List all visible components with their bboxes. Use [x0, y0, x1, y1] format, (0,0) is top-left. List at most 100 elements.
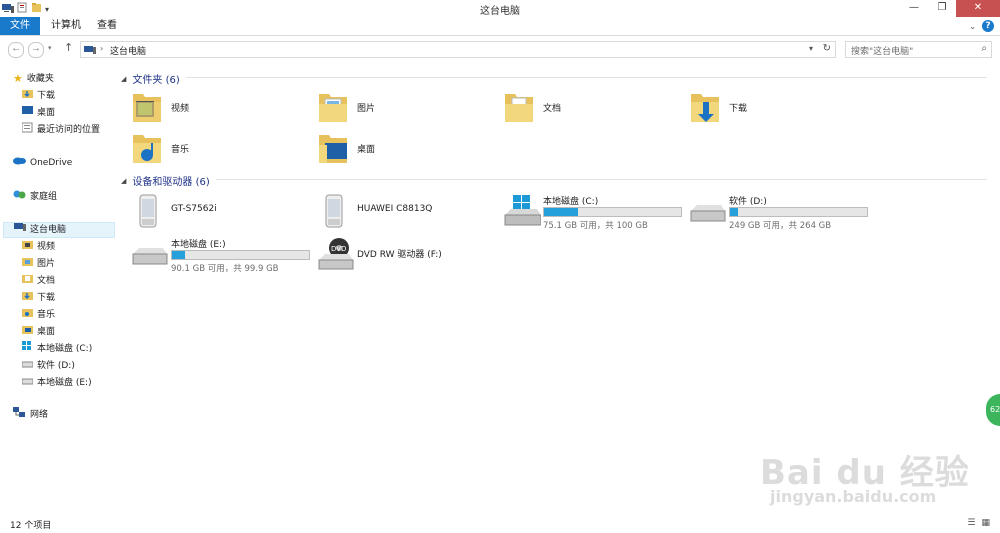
sidebar-item-onedrive[interactable]: OneDrive: [13, 155, 72, 171]
desktop-icon: [22, 105, 33, 121]
tab-computer[interactable]: 计算机: [44, 17, 88, 35]
music-folder-icon: [22, 307, 33, 324]
sidebar-item-network[interactable]: 网络: [13, 406, 48, 424]
window-title: 这台电脑: [480, 6, 520, 17]
close-button[interactable]: ✕: [956, 0, 1000, 17]
pc-icon: [84, 45, 97, 58]
hard-drive-icon: [21, 358, 34, 374]
pictures-folder-icon: [22, 256, 33, 273]
search-box[interactable]: 搜索"这台电脑" ⌕: [845, 41, 992, 58]
search-icon[interactable]: ⌕: [981, 43, 987, 54]
sidebar-item-this-pc[interactable]: 这台电脑: [3, 222, 115, 238]
hard-drive-icon: [21, 375, 34, 391]
sidebar-item-drive-d[interactable]: 软件 (D:): [21, 358, 75, 374]
group-header-devices[interactable]: ◢ 设备和驱动器 (6): [121, 173, 987, 188]
sidebar-item-desktop-pc[interactable]: 桌面: [22, 324, 55, 340]
device-phone-gt-s7562i[interactable]: GT-S7562i: [121, 191, 306, 231]
ribbon-expand-icon[interactable]: ⌄: [969, 22, 976, 31]
hard-drive-icon: [132, 248, 168, 265]
phone-icon: [139, 194, 157, 228]
details-view-icon[interactable]: ☰: [967, 518, 975, 528]
sidebar-item-documents[interactable]: 文档: [22, 273, 55, 289]
tab-view[interactable]: 查看: [92, 17, 122, 35]
folder-desktop[interactable]: 桌面: [307, 129, 492, 169]
svg-text:DVD: DVD: [331, 245, 346, 253]
sidebar-item-recent[interactable]: 最近访问的位置: [21, 122, 100, 139]
sidebar-item-desktop[interactable]: 桌面: [22, 105, 55, 121]
title-bar: ▾ 这台电脑 — ❐ ✕: [0, 0, 1000, 17]
sidebar-item-music[interactable]: 音乐: [22, 307, 55, 323]
up-button[interactable]: ↑: [64, 41, 73, 54]
downloads-folder-icon: [691, 94, 719, 122]
windows-drive-icon: [504, 195, 541, 226]
ribbon-tabs: 文件 计算机 查看: [0, 17, 1000, 36]
downloads-folder-icon: [22, 290, 33, 307]
collapse-icon[interactable]: ◢: [121, 75, 126, 83]
recent-locations-icon[interactable]: ▾: [48, 44, 52, 52]
sidebar-item-favorites[interactable]: ★ 收藏夹: [13, 71, 54, 87]
downloads-folder-icon: [22, 88, 33, 105]
group-separator: [216, 179, 987, 180]
status-bar: 12 个项目 ☰ ▦: [0, 512, 1000, 533]
folder-documents[interactable]: 文档: [493, 88, 678, 128]
folder-music[interactable]: 音乐: [121, 129, 306, 169]
address-row: ← → ▾ ↑ › 这台电脑 ▾ ↻ 搜索"这台电脑" ⌕: [0, 36, 1000, 62]
documents-folder-icon: [22, 273, 33, 290]
desktop-folder-icon: [319, 135, 347, 163]
recent-places-icon: [21, 122, 33, 139]
navigation-pane: ★ 收藏夹 下载 桌面 最近访问的位置 OneDrive 家庭组 这台电脑 视频…: [0, 62, 117, 512]
floating-badge[interactable]: 62: [986, 394, 1000, 426]
item-count: 12 个项目: [10, 521, 52, 531]
sidebar-item-downloads-pc[interactable]: 下载: [22, 290, 55, 306]
sidebar-item-videos[interactable]: 视频: [22, 239, 55, 255]
network-icon: [13, 406, 26, 424]
hard-drive-icon: [690, 205, 726, 222]
desktop-folder-icon: [22, 324, 33, 341]
drive-dvd-f[interactable]: DVD DVD RW 驱动器 (F:): [307, 234, 492, 274]
dvd-drive-icon: DVD: [318, 238, 354, 270]
cloud-icon: [13, 155, 26, 171]
documents-folder-icon: [505, 94, 533, 122]
help-button[interactable]: ?: [982, 20, 994, 32]
device-phone-huawei-c8813q[interactable]: HUAWEI C8813Q: [307, 191, 492, 231]
phone-icon: [325, 194, 343, 228]
folder-videos[interactable]: 视频: [121, 88, 306, 128]
maximize-button[interactable]: ❐: [928, 0, 956, 17]
drive-e-usage-bar: [171, 250, 310, 260]
folder-downloads[interactable]: 下载: [679, 88, 864, 128]
windows-drive-icon: [22, 340, 33, 358]
tab-file[interactable]: 文件: [0, 17, 40, 35]
pc-icon: [14, 222, 26, 238]
address-bar[interactable]: › 这台电脑 ▾ ↻: [80, 41, 836, 58]
watermark-url: jingyan.baidu.com: [770, 487, 937, 506]
refresh-icon[interactable]: ↻: [823, 43, 831, 54]
back-button[interactable]: ←: [8, 42, 24, 58]
tiles-view-icon[interactable]: ▦: [981, 518, 990, 528]
drive-d-usage-bar: [729, 207, 868, 217]
video-folder-icon: [22, 239, 33, 256]
minimize-button[interactable]: —: [900, 0, 928, 17]
drive-c[interactable]: 本地磁盘 (C:) 75.1 GB 可用，共 100 GB: [493, 191, 682, 231]
forward-button[interactable]: →: [28, 42, 44, 58]
group-separator: [186, 77, 987, 78]
sidebar-item-homegroup[interactable]: 家庭组: [13, 189, 57, 205]
drive-e[interactable]: 本地磁盘 (E:) 90.1 GB 可用，共 99.9 GB: [121, 234, 310, 274]
pictures-folder-icon: [319, 94, 347, 122]
sidebar-item-drive-e[interactable]: 本地磁盘 (E:): [21, 375, 92, 391]
star-icon: ★: [13, 72, 23, 85]
sidebar-item-pictures[interactable]: 图片: [22, 256, 55, 272]
breadcrumb-this-pc[interactable]: 这台电脑: [110, 44, 146, 57]
collapse-icon[interactable]: ◢: [121, 177, 126, 185]
homegroup-icon: [13, 189, 26, 206]
search-input[interactable]: 搜索"这台电脑": [851, 44, 913, 57]
folder-pictures[interactable]: 图片: [307, 88, 492, 128]
sidebar-item-downloads[interactable]: 下载: [22, 88, 55, 104]
breadcrumb-separator-icon[interactable]: ›: [100, 44, 103, 53]
address-dropdown-icon[interactable]: ▾: [809, 44, 813, 53]
video-folder-icon: [133, 94, 161, 122]
drive-c-usage-bar: [543, 207, 682, 217]
drive-d[interactable]: 软件 (D:) 249 GB 可用，共 264 GB: [679, 191, 868, 231]
music-folder-icon: [133, 135, 161, 163]
sidebar-item-drive-c[interactable]: 本地磁盘 (C:): [22, 340, 92, 358]
group-header-folders[interactable]: ◢ 文件夹 (6): [121, 71, 987, 86]
